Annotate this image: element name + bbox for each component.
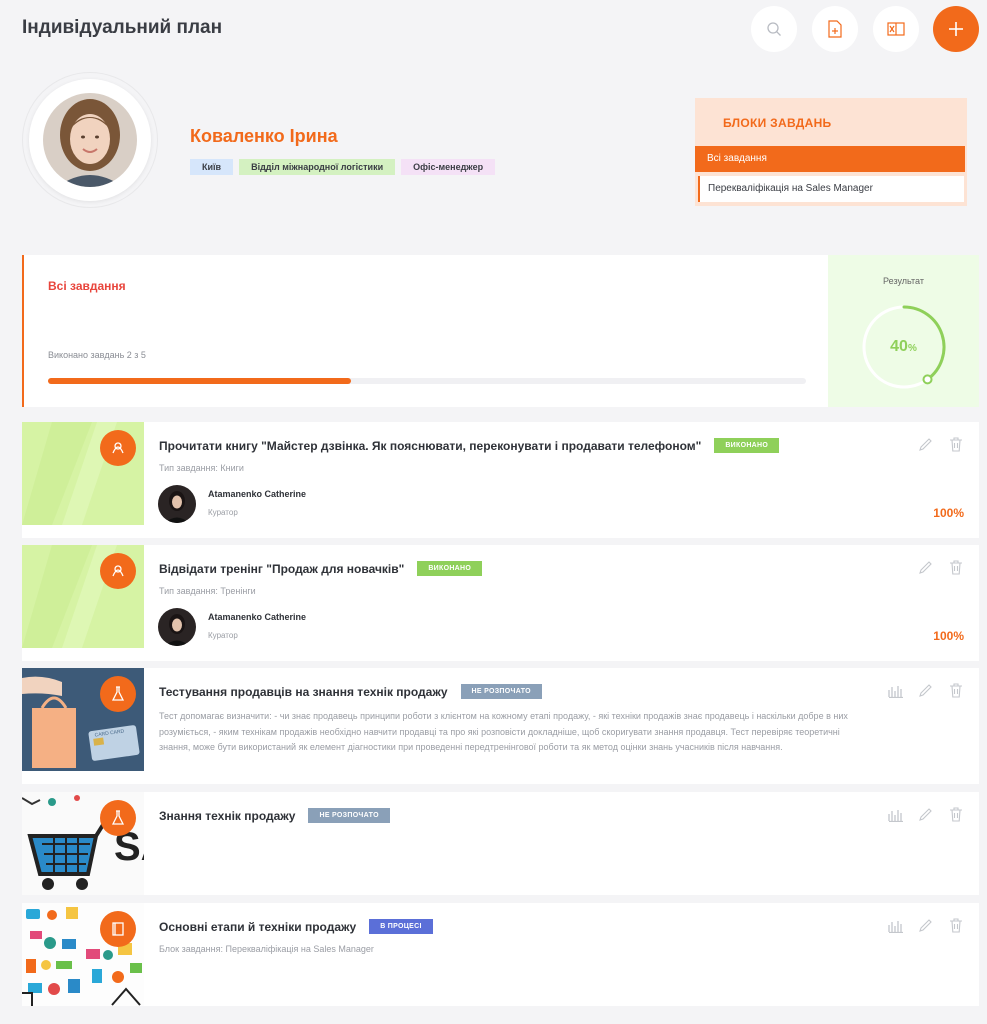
task-title[interactable]: Основні етапи й техніки продажу (159, 920, 356, 934)
profile-avatar-frame (22, 72, 158, 208)
delete-button[interactable] (947, 559, 964, 576)
block-item-sales-manager[interactable]: Перекваліфікація на Sales Manager (698, 176, 964, 202)
task-percent: 100% (933, 629, 964, 643)
result-panel: Результат 40% (828, 255, 979, 407)
profile-tags: Київ Відділ міжнародної логістики Офіс-м… (190, 159, 496, 175)
export-excel-button[interactable] (873, 6, 919, 52)
task-thumbnail: SA (22, 792, 144, 895)
trash-icon (949, 437, 962, 452)
result-label: Результат (883, 276, 924, 286)
add-button[interactable] (933, 6, 979, 52)
pencil-icon (919, 438, 932, 451)
task-description: Тест допомагає визначити: - чи знає прод… (159, 711, 848, 752)
task-thumbnail: CARD CARD (22, 668, 144, 771)
summary-panel: Всі завдання Виконано завдань 2 з 5 (22, 255, 828, 407)
task-title[interactable]: Тестування продавців на знання технік пр… (159, 685, 448, 699)
result-value: 40% (890, 338, 917, 355)
status-badge: ВИКОНАНО (417, 561, 483, 576)
tasks-completed-count: Виконано завдань 2 з 5 (48, 350, 146, 360)
pencil-icon (919, 684, 932, 697)
trash-icon (949, 807, 962, 822)
pencil-icon (919, 919, 932, 932)
excel-icon (887, 22, 905, 36)
task-card[interactable]: Основні етапи й техніки продажу В ПРОЦЕС… (22, 903, 979, 1006)
delete-button[interactable] (947, 682, 964, 699)
task-block: Блок завдання: Перекваліфікація на Sales… (159, 944, 374, 954)
delete-button[interactable] (947, 917, 964, 934)
plus-icon (949, 22, 963, 36)
task-thumbnail (22, 903, 144, 1006)
search-icon (767, 22, 781, 36)
edit-button[interactable] (917, 682, 934, 699)
edit-button[interactable] (917, 917, 934, 934)
task-title[interactable]: Відвідати тренінг "Продаж для новачків" (159, 562, 404, 576)
status-badge: НЕ РОЗПОЧАТО (460, 684, 542, 699)
task-type: Тип завдання: Тренінги (159, 586, 256, 596)
avatar (43, 93, 137, 187)
edit-button[interactable] (917, 806, 934, 823)
task-thumbnail (22, 545, 144, 648)
training-task-icon (100, 553, 136, 589)
pencil-icon (919, 808, 932, 821)
delete-button[interactable] (947, 806, 964, 823)
pencil-icon (919, 561, 932, 574)
stats-button[interactable] (887, 682, 904, 699)
block-item-all-tasks[interactable]: Всі завдання (695, 146, 965, 172)
page-title: Індивідуальний план (22, 17, 223, 38)
course-task-icon (100, 911, 136, 947)
curator-avatar (158, 485, 196, 523)
curator-name: Atamanenko Catherine (208, 612, 307, 622)
task-title[interactable]: Прочитати книгу "Майстер дзвінка. Як поя… (159, 439, 701, 453)
trash-icon (949, 918, 962, 933)
test-task-icon (100, 800, 136, 836)
book-task-icon (100, 430, 136, 466)
curator-role: Куратор (208, 508, 238, 517)
blocks-title: БЛОКИ ЗАВДАНЬ (723, 116, 832, 130)
tag-city: Київ (190, 159, 234, 175)
progress-bar-fill (48, 378, 352, 384)
trash-icon (949, 560, 962, 575)
task-card[interactable]: Відвідати тренінг "Продаж для новачків" … (22, 545, 979, 661)
task-card[interactable]: Прочитати книгу "Майстер дзвінка. Як поя… (22, 422, 979, 538)
curator-avatar (158, 608, 196, 646)
task-card[interactable]: SA Знання технік продажу НЕ РОЗПОЧАТО (22, 792, 979, 895)
tag-position: Офіс-менеджер (401, 159, 496, 175)
bar-chart-icon (887, 809, 903, 822)
progress-bar (48, 378, 806, 384)
edit-button[interactable] (917, 436, 934, 453)
task-card[interactable]: CARD CARD Тестування продавців на знання… (22, 668, 979, 784)
curator-role: Куратор (208, 631, 238, 640)
search-button[interactable] (751, 6, 797, 52)
summary-title: Всі завдання (48, 279, 126, 293)
status-badge: ВИКОНАНО (714, 438, 780, 453)
curator-name: Atamanenko Catherine (208, 489, 307, 499)
add-file-button[interactable] (812, 6, 858, 52)
tag-department: Відділ міжнародної логістики (239, 159, 396, 175)
task-title[interactable]: Знання технік продажу (159, 809, 295, 823)
status-badge: В ПРОЦЕСІ (369, 919, 433, 934)
add-file-icon (828, 20, 842, 38)
edit-button[interactable] (917, 559, 934, 576)
task-thumbnail (22, 422, 144, 525)
profile-name: Коваленко Ірина (190, 126, 338, 146)
test-task-icon (100, 676, 136, 712)
stats-button[interactable] (887, 806, 904, 823)
status-badge: НЕ РОЗПОЧАТО (308, 808, 390, 823)
stats-button[interactable] (887, 917, 904, 934)
task-blocks-panel: БЛОКИ ЗАВДАНЬ Всі завдання Перекваліфіка… (695, 98, 967, 206)
bar-chart-icon (887, 920, 903, 933)
task-type: Тип завдання: Книги (159, 463, 244, 473)
delete-button[interactable] (947, 436, 964, 453)
trash-icon (949, 683, 962, 698)
task-percent: 100% (933, 506, 964, 520)
bar-chart-icon (887, 685, 903, 698)
